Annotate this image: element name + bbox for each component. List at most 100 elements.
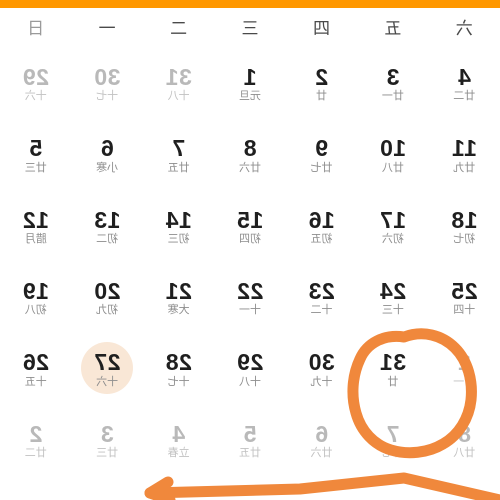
day-number: 6 xyxy=(314,420,329,447)
day-number: 31 xyxy=(165,64,192,91)
day-lunar-label: 大寒 xyxy=(167,303,190,317)
calendar-day-cell[interactable]: 29 十八 xyxy=(214,333,285,404)
day-number: 7 xyxy=(386,420,400,447)
day-lunar-label: 十七 xyxy=(96,89,119,103)
calendar-day-cell[interactable]: 4 立春 xyxy=(143,405,214,476)
day-number: 22 xyxy=(236,278,264,305)
calendar-day-cell[interactable]: 2廿 xyxy=(286,48,357,119)
weekday-label-sun: 日 xyxy=(27,18,45,38)
day-lunar-label: 十七 xyxy=(167,374,190,388)
calendar-day-cell[interactable]: 7 廿五 xyxy=(143,119,214,190)
day-number: 7 xyxy=(171,135,186,162)
day-lunar-label: 廿五 xyxy=(167,160,190,174)
weekday-label-tue: 二 xyxy=(170,18,188,38)
day-lunar-label: 十四 xyxy=(453,303,476,317)
day-number: 16 xyxy=(308,206,335,233)
calendar-day-cell[interactable]: 22 十一 xyxy=(214,262,285,333)
day-number: 29 xyxy=(236,349,264,376)
calendar-day-cell[interactable]: 20 初九 xyxy=(71,262,142,333)
day-lunar-label: 廿三 xyxy=(96,445,119,459)
day-number: 17 xyxy=(379,206,407,233)
day-lunar-label: 廿一 xyxy=(453,374,476,388)
weekday-label-mon: 一 xyxy=(98,18,116,38)
calendar-day-cell[interactable]: 7 廿七 xyxy=(357,405,428,476)
day-number: 1 xyxy=(243,64,257,91)
calendar-day-cell[interactable]: 25 十四 xyxy=(429,262,500,333)
day-lunar-label: 廿 xyxy=(315,89,327,103)
day-number: 21 xyxy=(165,278,192,305)
calendar-day-cell[interactable]: 26 十五 xyxy=(0,333,71,404)
calendar-day-cell[interactable]: 1 廿一 xyxy=(429,333,500,404)
day-number: 19 xyxy=(22,278,50,305)
calendar-day-cell[interactable]: 15 初四 xyxy=(214,191,285,262)
day-lunar-label: 廿八 xyxy=(453,445,476,459)
calendar-day-cell[interactable]: 2 廿二 xyxy=(0,405,71,476)
day-lunar-label: 腊月 xyxy=(24,231,47,245)
calendar-day-cell[interactable]: 5 廿三 xyxy=(0,119,71,190)
calendar-day-cell[interactable]: 18 初七 xyxy=(429,191,500,262)
app-accent-top-bar xyxy=(0,0,500,8)
calendar-day-cell[interactable]: 23 十二 xyxy=(286,262,357,333)
calendar-day-cell[interactable]: 1 元旦 xyxy=(214,48,285,119)
day-lunar-label: 廿七 xyxy=(381,445,404,459)
calendar-day-cell[interactable]: 6 廿六 xyxy=(286,405,357,476)
calendar-day-cell[interactable]: 3 廿三 xyxy=(71,405,142,476)
calendar-day-cell[interactable]: 30 十九 xyxy=(286,333,357,404)
day-number: 30 xyxy=(308,349,335,376)
calendar-day-cell[interactable]: 4 廿二 xyxy=(429,48,500,119)
calendar-day-cell[interactable]: 21 大寒 xyxy=(143,262,214,333)
calendar-day-cell[interactable]: 28 十七 xyxy=(143,333,214,404)
day-number: 3 xyxy=(386,64,400,91)
calendar-day-cell[interactable]: 13 初二 xyxy=(71,191,142,262)
day-lunar-label: 十八 xyxy=(239,374,262,388)
weekday-header-row: 六 五 四 三 二 一 日 xyxy=(0,8,500,48)
day-lunar-label: 初二 xyxy=(96,231,119,245)
calendar-day-cell[interactable]: 12 腊月 xyxy=(0,191,71,262)
day-number: 13 xyxy=(93,206,121,233)
day-number: 24 xyxy=(379,278,407,305)
calendar-day-cell[interactable]: 17 初六 xyxy=(357,191,428,262)
day-lunar-label: 初三 xyxy=(167,231,190,245)
day-lunar-label: 立春 xyxy=(167,445,190,459)
day-lunar-label: 廿一 xyxy=(381,89,404,103)
day-number: 9 xyxy=(314,135,329,162)
day-number: 8 xyxy=(243,135,257,162)
day-lunar-label: 廿八 xyxy=(381,160,404,174)
calendar-day-cell[interactable]: 11 廿九 xyxy=(429,119,500,190)
calendar-day-cell[interactable]: 24 十三 xyxy=(357,262,428,333)
day-number: 5 xyxy=(29,135,43,162)
calendar-day-cell[interactable]: 8 廿六 xyxy=(214,119,285,190)
day-number: 18 xyxy=(451,206,478,233)
calendar-day-cell[interactable]: 16 初五 xyxy=(286,191,357,262)
calendar-day-cell[interactable]: 6 小寒 xyxy=(71,119,142,190)
day-lunar-label: 元旦 xyxy=(239,89,262,103)
calendar-day-cell[interactable]: 14 初三 xyxy=(143,191,214,262)
calendar-day-cell[interactable]: 19 初八 xyxy=(0,262,71,333)
day-number: 10 xyxy=(379,135,407,162)
day-lunar-label: 初七 xyxy=(453,231,476,245)
day-number: 26 xyxy=(22,349,50,376)
day-lunar-label: 十八 xyxy=(167,89,190,103)
day-lunar-label: 小寒 xyxy=(96,160,119,174)
calendar-day-cell[interactable]: 30 十七 xyxy=(71,48,142,119)
calendar-day-cell[interactable]: 29 十六 xyxy=(0,48,71,119)
day-number: 2 xyxy=(314,64,329,91)
calendar-day-cell[interactable]: 3 廿一 xyxy=(357,48,428,119)
calendar-day-cell[interactable]: 8 廿八 xyxy=(429,405,500,476)
day-number: 8 xyxy=(457,420,471,447)
calendar-day-cell[interactable]: 5 廿五 xyxy=(214,405,285,476)
weekday-label-wed: 三 xyxy=(241,18,259,38)
calendar-day-cell[interactable]: 10 廿八 xyxy=(357,119,428,190)
calendar-day-cell[interactable]: 9 廿七 xyxy=(286,119,357,190)
day-number: 4 xyxy=(457,64,471,91)
day-number: 14 xyxy=(165,206,192,233)
calendar-day-cell[interactable]: 31 廿 xyxy=(357,333,428,404)
day-lunar-label: 廿九 xyxy=(453,160,476,174)
calendar-day-cell[interactable]: 31 十八 xyxy=(143,48,214,119)
day-lunar-label: 初五 xyxy=(310,231,333,245)
day-lunar-label: 廿二 xyxy=(24,445,47,459)
calendar-day-cell-selected[interactable]: 27 十六 xyxy=(71,333,142,404)
day-number: 29 xyxy=(22,64,50,91)
day-lunar-label: 初四 xyxy=(239,231,262,245)
day-lunar-label: 廿 xyxy=(387,374,399,388)
